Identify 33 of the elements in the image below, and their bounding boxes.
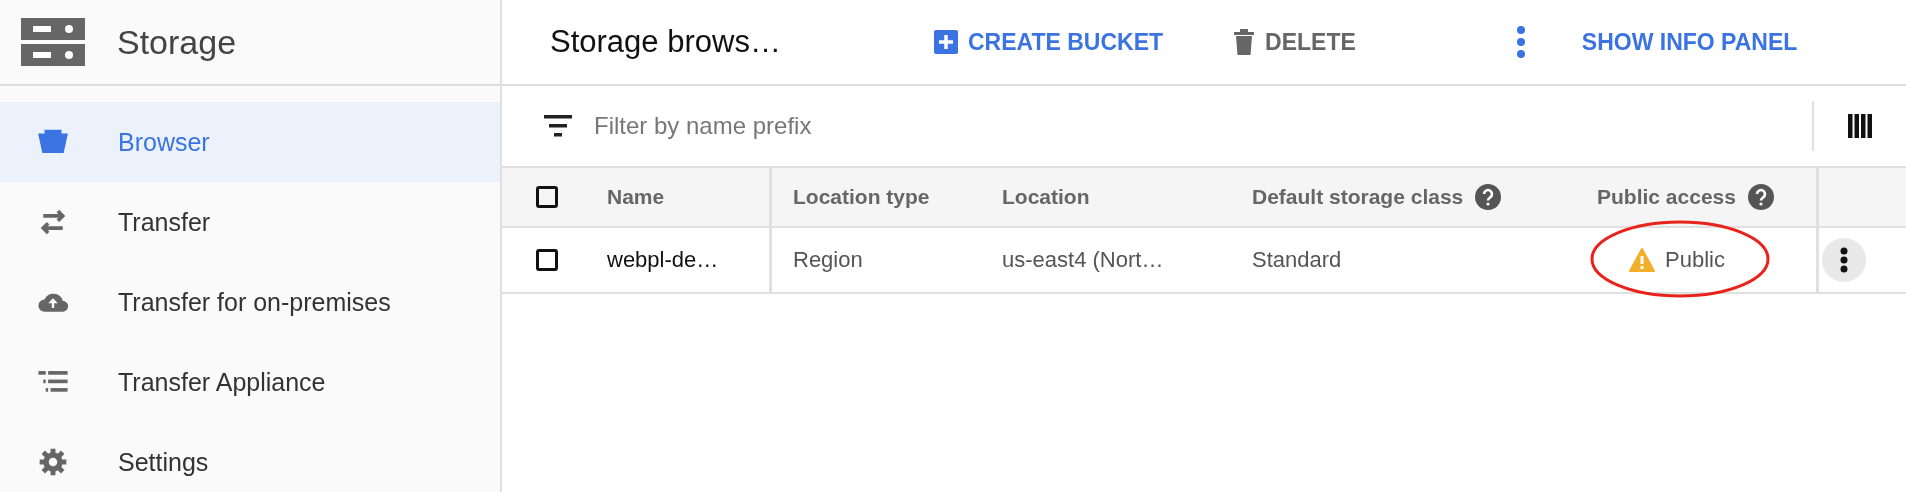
table-cell-text: us-east4 (Nort… bbox=[1002, 247, 1165, 273]
row-menu-button[interactable] bbox=[1822, 238, 1866, 282]
more-icon[interactable] bbox=[1515, 26, 1526, 58]
help-icon[interactable] bbox=[1747, 184, 1774, 210]
sidebar-item[interactable]: Transfer Appliance bbox=[0, 342, 500, 422]
column-header[interactable]: Location bbox=[1002, 185, 1090, 209]
columns-icon[interactable] bbox=[1848, 114, 1872, 138]
filter-icon[interactable] bbox=[544, 115, 572, 137]
column-header[interactable]: Public access bbox=[1597, 185, 1736, 209]
filter-field[interactable]: Filter by name prefix bbox=[592, 111, 1812, 141]
delete-button[interactable]: DELETE bbox=[1229, 22, 1360, 62]
help-icon[interactable] bbox=[1475, 184, 1502, 210]
show-info-panel-button[interactable]: SHOW INFO PANEL bbox=[1577, 22, 1802, 62]
column-header[interactable]: Default storage class bbox=[1252, 185, 1464, 209]
checkbox[interactable] bbox=[536, 249, 558, 271]
checkbox[interactable] bbox=[536, 186, 558, 208]
more-icon bbox=[1840, 247, 1848, 273]
sidebar-item[interactable]: Transfer bbox=[0, 182, 500, 262]
app-title: Storage bbox=[117, 22, 237, 62]
page-title: Storage brows… bbox=[550, 24, 782, 60]
table-cell-text: Region bbox=[793, 247, 864, 273]
table-cell: Public bbox=[1665, 247, 1725, 273]
column-header[interactable]: Name bbox=[607, 185, 665, 209]
sidebar-item[interactable]: Browser bbox=[0, 102, 500, 182]
storage-icon bbox=[21, 18, 85, 66]
plus-icon bbox=[934, 30, 958, 54]
create-bucket-button[interactable]: CREATE BUCKET bbox=[930, 22, 1168, 62]
table-cell-text: webpl-de… bbox=[607, 247, 720, 273]
sidebar-item[interactable]: Transfer for on-premises bbox=[0, 262, 500, 342]
sidebar-item[interactable]: Settings bbox=[0, 422, 500, 492]
column-header[interactable]: Location type bbox=[793, 185, 930, 209]
table-cell-text: Standard bbox=[1252, 247, 1343, 273]
trash-icon bbox=[1233, 28, 1256, 56]
